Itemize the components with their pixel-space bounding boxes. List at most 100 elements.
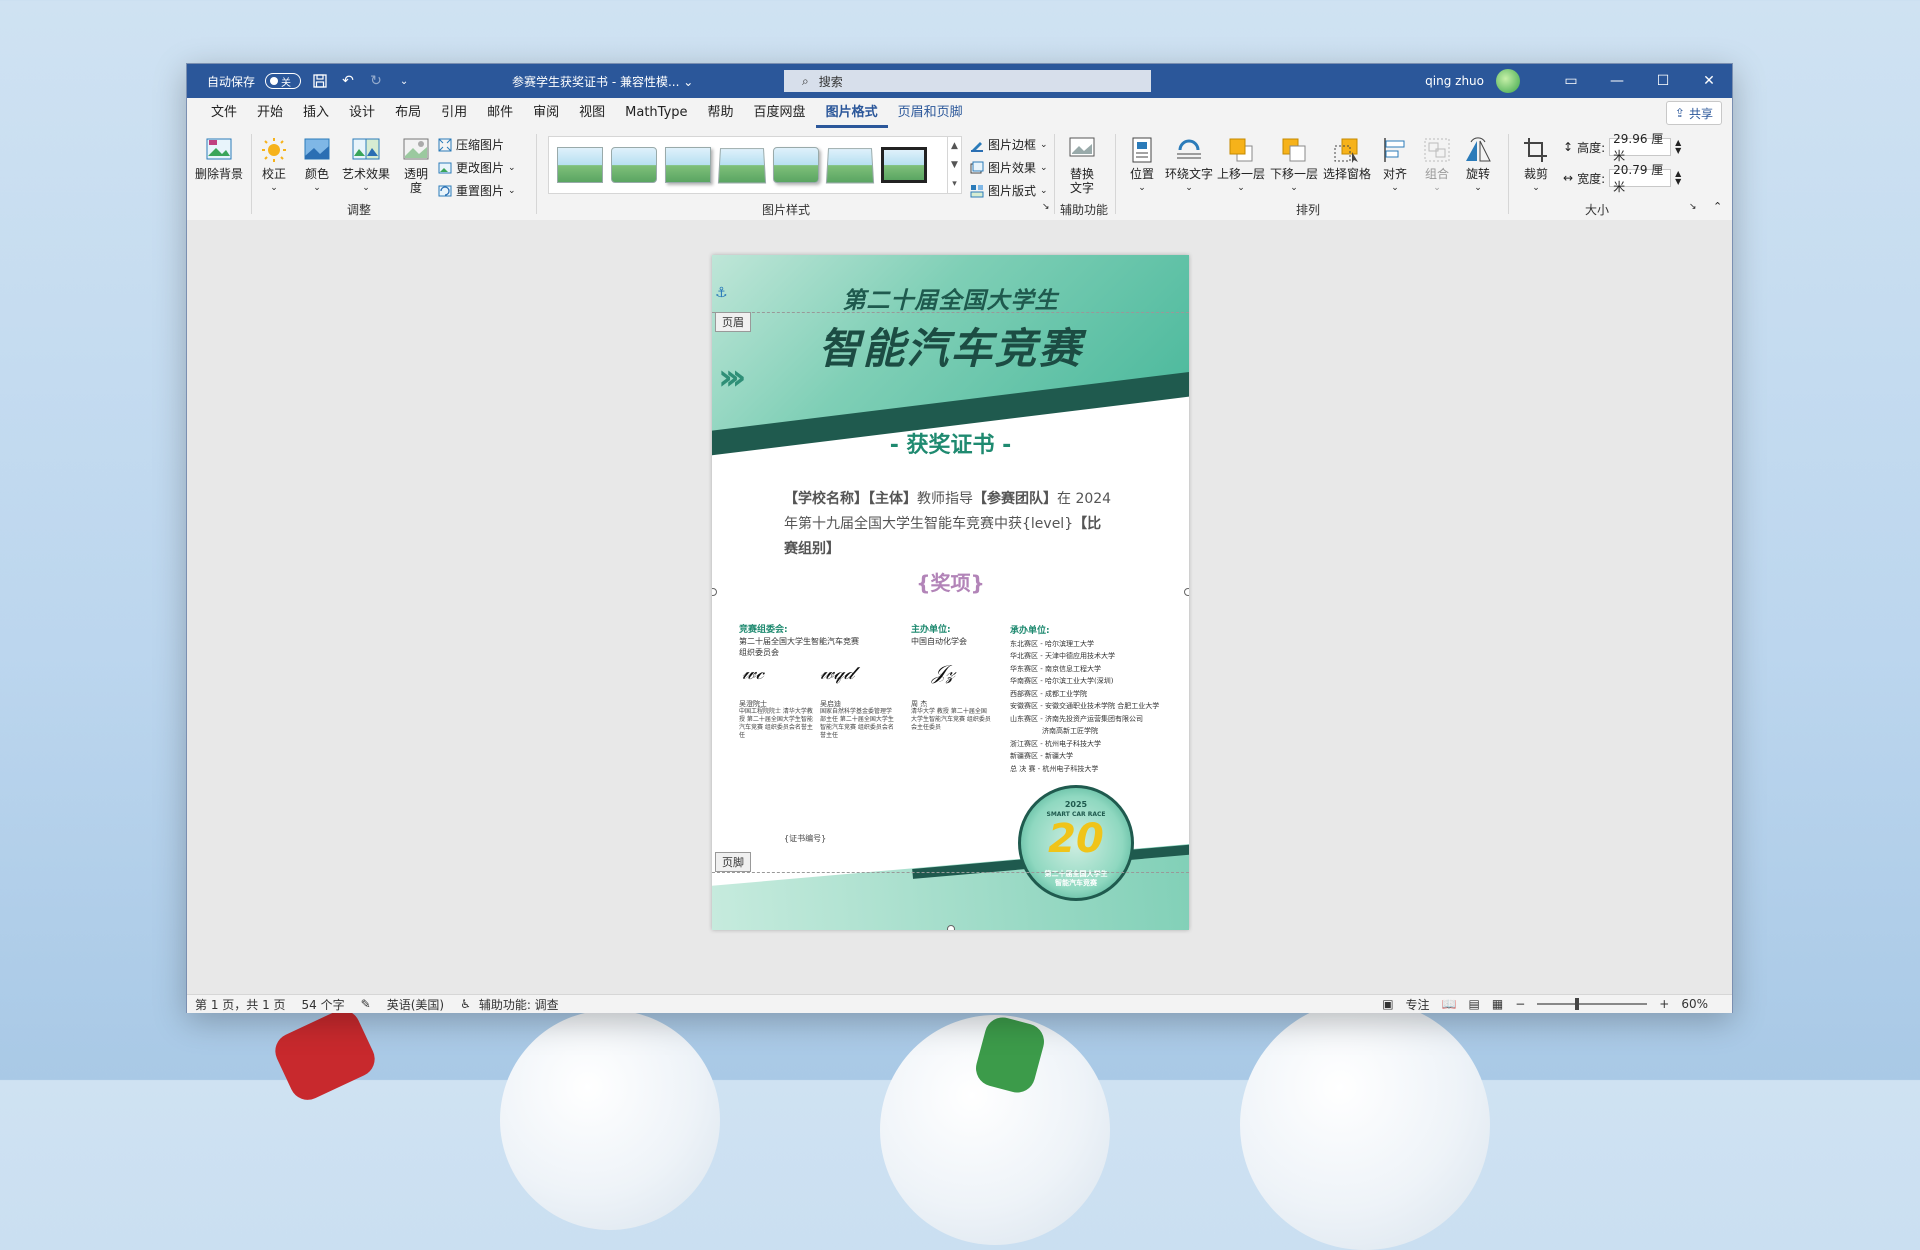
autosave-toggle[interactable]: 关 xyxy=(265,73,302,89)
height-label: 高度: xyxy=(1577,140,1606,155)
picture-style-thumbnail[interactable] xyxy=(665,147,711,183)
picture-effects-button[interactable]: 图片效果 ⌄ xyxy=(970,159,1048,176)
gallery-scroll[interactable]: ▲ ▼ ▾ xyxy=(948,136,962,194)
tab-design[interactable]: 设计 xyxy=(339,98,385,128)
change-picture-button[interactable]: 更改图片 ⌄ xyxy=(438,159,516,176)
alt-text-button[interactable]: 替换 文字 xyxy=(1067,136,1097,195)
language[interactable]: 英语(美国) xyxy=(387,996,444,1013)
selection-pane-button[interactable]: 选择窗格 xyxy=(1323,136,1371,181)
picture-layout-button[interactable]: 图片版式 ⌄ xyxy=(970,182,1048,199)
tab-layout[interactable]: 布局 xyxy=(385,98,431,128)
ribbon-display-icon[interactable]: ▭ xyxy=(1548,64,1594,98)
picture-style-thumbnail[interactable] xyxy=(611,147,657,183)
width-input[interactable]: 20.79 厘米 xyxy=(1609,163,1672,194)
accessibility-status[interactable]: 辅助功能: 调查 xyxy=(479,996,559,1013)
resize-handle[interactable] xyxy=(1184,588,1189,596)
page-count[interactable]: 第 1 页，共 1 页 xyxy=(195,996,286,1013)
search-box[interactable]: ⌕ 搜索 xyxy=(784,70,1151,92)
tab-picture-format[interactable]: 图片格式 xyxy=(815,98,888,128)
share-button[interactable]: ⇪ 共享 xyxy=(1665,101,1722,125)
footer-tag[interactable]: 页脚 xyxy=(715,852,751,872)
zoom-slider-knob[interactable] xyxy=(1575,998,1580,1010)
read-mode-icon[interactable]: 📖 xyxy=(1442,997,1457,1011)
align-button[interactable]: 对齐 ⌄ xyxy=(1380,136,1410,195)
zoom-in-icon[interactable]: + xyxy=(1659,997,1669,1011)
dialog-launcher-icon[interactable]: ↘ xyxy=(1042,202,1050,212)
picture-border-button[interactable]: 图片边框 ⌄ xyxy=(970,136,1048,153)
user-avatar[interactable] xyxy=(1496,69,1520,93)
resize-handle[interactable] xyxy=(947,925,955,930)
tab-insert[interactable]: 插入 xyxy=(293,98,339,128)
zoom-out-icon[interactable]: − xyxy=(1515,997,1525,1011)
close-icon[interactable]: ✕ xyxy=(1686,64,1732,98)
spinner-icon[interactable]: ▲ ▼ xyxy=(1675,139,1681,155)
send-backward-icon xyxy=(1282,138,1306,162)
chevron-down-icon: ⌄ xyxy=(1391,183,1399,193)
header-tag[interactable]: 页眉 xyxy=(715,312,751,332)
organizer-item: 济南高新工匠学院 xyxy=(1042,727,1098,735)
spinner-icon[interactable]: ▲ ▼ xyxy=(1675,170,1681,186)
document-title[interactable]: 参赛学生获奖证书 - 兼容性模... ⌄ xyxy=(512,73,693,90)
zoom-level[interactable]: 60% xyxy=(1681,997,1708,1011)
tab-help[interactable]: 帮助 xyxy=(698,98,744,128)
save-icon[interactable] xyxy=(311,72,329,90)
document-area[interactable]: ››› 第二十届全国大学生 智能汽车竞赛 ⚓ 页眉 - 获奖证书 - 【学校名称… xyxy=(187,220,1732,994)
customize-toolbar-icon[interactable]: ⌄ xyxy=(395,72,413,90)
signer-b-desc: 国家自然科学基金委管理学部主任 第二十届全国大学生智能汽车竞赛 组织委员会名誉主… xyxy=(820,708,894,739)
remove-background-button[interactable]: 删除背景 xyxy=(195,136,243,181)
tab-home[interactable]: 开始 xyxy=(247,98,293,128)
tab-view[interactable]: 视图 xyxy=(569,98,615,128)
word-count[interactable]: 54 个字 xyxy=(302,996,345,1013)
tab-header-footer[interactable]: 页眉和页脚 xyxy=(888,98,973,128)
color-button[interactable]: 颜色 ⌄ xyxy=(302,136,332,195)
crop-button[interactable]: 裁剪 ⌄ xyxy=(1521,136,1551,195)
user-name[interactable]: qing zhuo xyxy=(1425,74,1484,88)
tab-mailings[interactable]: 邮件 xyxy=(477,98,523,128)
zoom-slider[interactable] xyxy=(1537,998,1648,1010)
chevron-up-icon[interactable]: ▲ xyxy=(951,141,958,151)
web-layout-icon[interactable]: ▦ xyxy=(1492,997,1503,1011)
reset-picture-button[interactable]: 重置图片 ⌄ xyxy=(438,182,516,199)
maximize-icon[interactable]: ☐ xyxy=(1640,64,1686,98)
toggle-dot-icon xyxy=(270,77,279,85)
tab-review[interactable]: 审阅 xyxy=(523,98,569,128)
bring-forward-button[interactable]: 上移一层 ⌄ xyxy=(1217,136,1265,195)
rotate-button[interactable]: 旋转 ⌄ xyxy=(1463,136,1493,195)
tab-baidu-netdisk[interactable]: 百度网盘 xyxy=(744,98,816,128)
picture-style-thumbnail[interactable] xyxy=(825,148,875,184)
remove-background-icon xyxy=(206,138,232,160)
picture-style-thumbnail[interactable] xyxy=(773,147,819,183)
proofing-icon[interactable]: ✎ xyxy=(361,997,371,1011)
reset-picture-label: 重置图片 xyxy=(456,184,505,198)
picture-styles-gallery[interactable] xyxy=(548,136,948,194)
undo-icon[interactable]: ↶ xyxy=(339,72,357,90)
position-button[interactable]: 位置 ⌄ xyxy=(1127,136,1157,195)
certificate-number: {证书编号} xyxy=(784,834,827,843)
focus-mode[interactable]: 专注 xyxy=(1406,996,1430,1013)
tab-file[interactable]: 文件 xyxy=(201,98,247,128)
collapse-ribbon-icon[interactable]: ⌃ xyxy=(1713,200,1722,213)
tab-references[interactable]: 引用 xyxy=(431,98,477,128)
compress-pictures-button[interactable]: 压缩图片 xyxy=(438,136,504,153)
transparency-button[interactable]: 透明 度 xyxy=(401,136,431,195)
signer-b-name: 吴启迪 xyxy=(820,700,841,708)
picture-style-thumbnail[interactable] xyxy=(557,147,603,183)
print-layout-icon[interactable]: ▤ xyxy=(1469,997,1480,1011)
height-input[interactable]: 29.96 厘米 xyxy=(1609,132,1672,163)
corrections-button[interactable]: 校正 ⌄ xyxy=(259,136,289,195)
minimize-icon[interactable]: — xyxy=(1594,64,1640,98)
chevron-down-icon[interactable]: ▼ xyxy=(951,160,958,170)
group-button[interactable]: 组合 ⌄ xyxy=(1422,136,1452,195)
redo-icon[interactable]: ↻ xyxy=(367,72,385,90)
picture-style-thumbnail[interactable] xyxy=(881,147,927,183)
send-backward-button[interactable]: 下移一层 ⌄ xyxy=(1270,136,1318,195)
document-page[interactable]: ››› 第二十届全国大学生 智能汽车竞赛 ⚓ 页眉 - 获奖证书 - 【学校名称… xyxy=(712,255,1189,930)
tab-mathtype[interactable]: MathType xyxy=(615,98,697,128)
artistic-effects-button[interactable]: 艺术效果 ⌄ xyxy=(342,136,390,195)
picture-style-thumbnail[interactable] xyxy=(717,148,767,184)
autosave-label: 自动保存 xyxy=(207,74,256,89)
more-icon[interactable]: ▾ xyxy=(952,179,957,189)
award-paragraph[interactable]: 【学校名称】【主体】教师指导【参赛团队】在 2024 年第十九届全国大学生智能车… xyxy=(784,487,1114,562)
wrap-text-button[interactable]: 环绕文字 ⌄ xyxy=(1165,136,1213,195)
dialog-launcher-icon[interactable]: ↘ xyxy=(1689,202,1697,212)
